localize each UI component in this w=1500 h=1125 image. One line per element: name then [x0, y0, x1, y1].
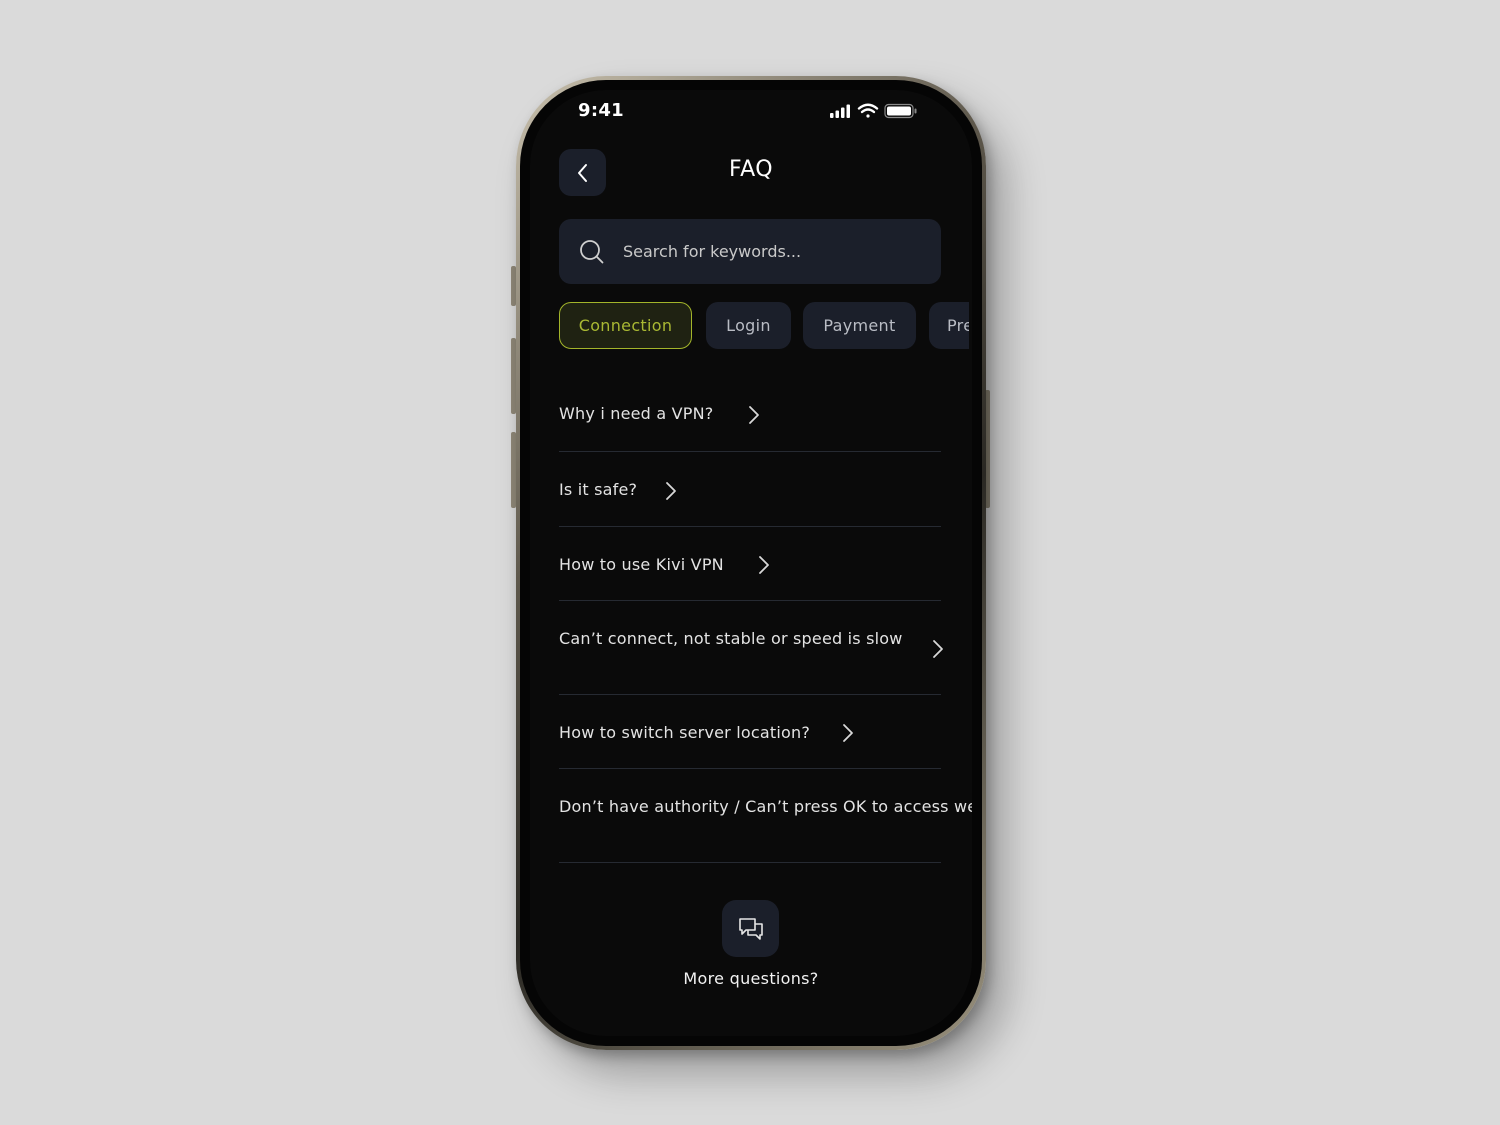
battery-icon	[884, 103, 917, 119]
chat-bubbles-icon	[738, 917, 763, 940]
app-screen: 9:41 FAQ Search for keywords... Connecti…	[530, 90, 972, 1036]
stage: 9:41 FAQ Search for keywords... Connecti…	[0, 0, 1500, 1125]
page-title: FAQ	[728, 157, 774, 182]
faq-item-switch-server[interactable]: How to switch server location?	[559, 695, 941, 769]
faq-question: Don’t have authority / Can’t press OK to…	[559, 797, 972, 816]
status-time: 9:41	[578, 100, 624, 121]
faq-list: Why i need a VPN? Is it safe? How to use…	[559, 380, 972, 863]
category-tabs: Connection Login Payment Pre	[559, 302, 969, 350]
chevron-right-icon	[933, 640, 943, 658]
search-input[interactable]	[623, 242, 903, 261]
wifi-icon	[857, 103, 879, 118]
chevron-right-icon	[749, 406, 759, 424]
more-questions-link[interactable]: More questions?	[530, 969, 972, 988]
search-box[interactable]	[559, 219, 941, 284]
faq-item-how-to-use[interactable]: How to use Kivi VPN	[559, 527, 941, 601]
faq-item-why-vpn[interactable]: Why i need a VPN?	[559, 380, 941, 452]
status-icons-svg	[830, 103, 917, 119]
chevron-right-icon	[666, 482, 676, 500]
faq-item-is-it-safe[interactable]: Is it safe?	[559, 452, 941, 527]
search-icon	[579, 239, 605, 265]
faq-question: Why i need a VPN?	[559, 404, 714, 423]
chevron-right-icon	[759, 556, 769, 574]
chevron-right-icon	[843, 724, 853, 742]
faq-question: How to switch server location?	[559, 723, 811, 742]
tab-pre[interactable]: Pre	[929, 302, 969, 349]
tab-connection[interactable]: Connection	[559, 302, 692, 349]
tab-login[interactable]: Login	[706, 302, 791, 349]
status-icons	[828, 102, 920, 120]
faq-item-no-authority[interactable]: Don’t have authority / Can’t press OK to…	[559, 769, 972, 863]
faq-question: Is it safe?	[559, 480, 638, 499]
signal-icon	[830, 104, 850, 118]
chat-button[interactable]	[722, 900, 779, 957]
tab-payment[interactable]: Payment	[803, 302, 916, 349]
faq-item-cant-connect[interactable]: Can’t connect, not stable or speed is sl…	[559, 601, 943, 695]
faq-question: Can’t connect, not stable or speed is sl…	[559, 629, 903, 648]
faq-question: How to use Kivi VPN	[559, 555, 724, 574]
